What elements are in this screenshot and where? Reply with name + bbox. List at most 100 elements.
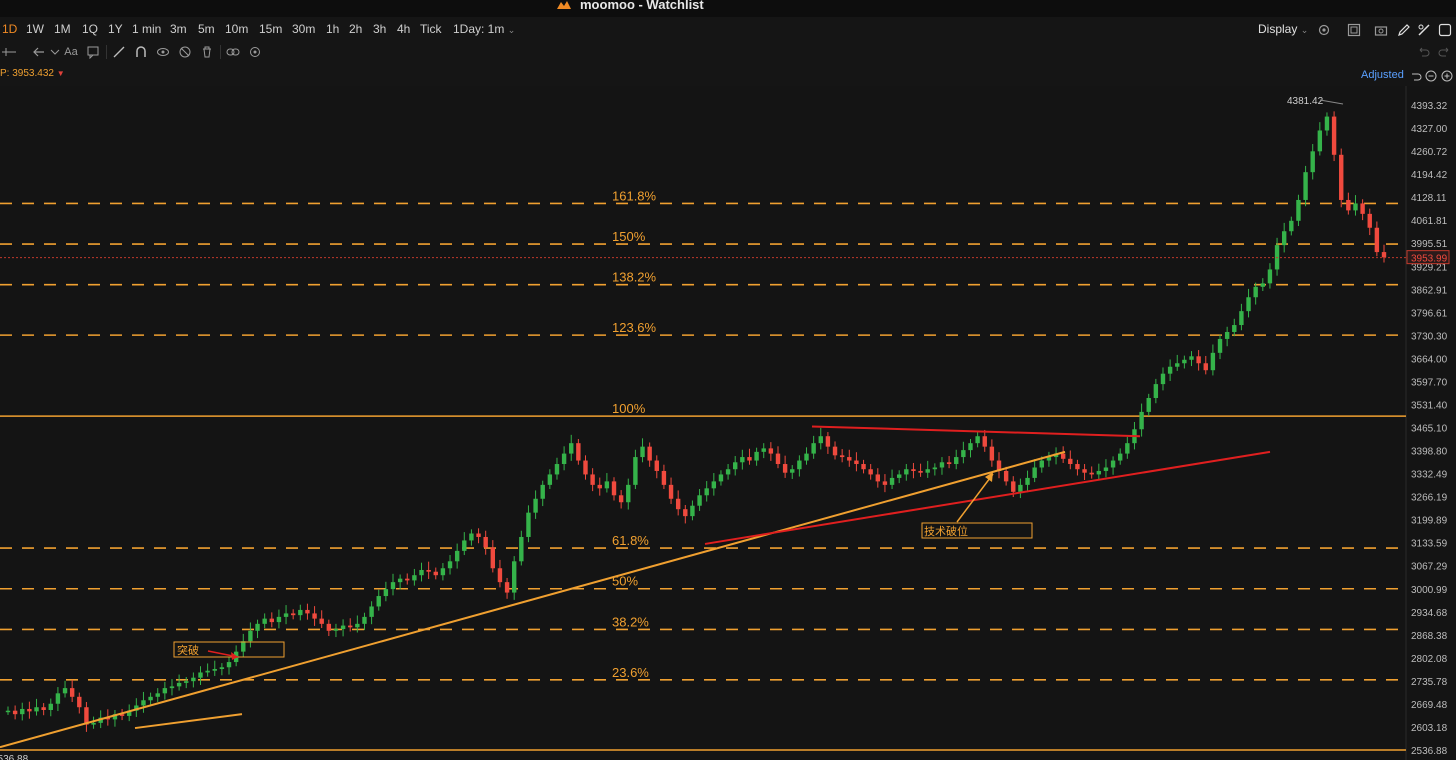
candle-body bbox=[1296, 199, 1301, 221]
toolbar-divider bbox=[106, 45, 107, 59]
chevron-down-icon: ⌄ bbox=[507, 25, 516, 35]
trash-icon[interactable] bbox=[200, 45, 214, 59]
candle-body bbox=[797, 460, 802, 470]
y-tick-label: 3995.51 bbox=[1411, 239, 1448, 250]
gear-icon[interactable] bbox=[248, 45, 262, 59]
tab-2h[interactable]: 2h bbox=[349, 22, 362, 36]
display-button[interactable]: Display ⌄ bbox=[1258, 22, 1308, 36]
candle-body bbox=[868, 469, 873, 475]
crosshair-icon[interactable] bbox=[2, 45, 16, 59]
candle-body bbox=[982, 436, 987, 447]
candle-body bbox=[775, 453, 781, 465]
pencil-icon[interactable] bbox=[1397, 23, 1411, 37]
tab-1m[interactable]: 1M bbox=[54, 22, 71, 36]
candle-body bbox=[1353, 203, 1358, 211]
y-tick-label: 4327.00 bbox=[1411, 124, 1448, 135]
candle-body bbox=[904, 469, 909, 475]
candle-body bbox=[1367, 213, 1372, 228]
comment-icon[interactable] bbox=[86, 45, 100, 59]
candle-body bbox=[262, 618, 267, 624]
tab-5m[interactable]: 5m bbox=[198, 22, 215, 36]
y-tick-label: 3000.99 bbox=[1411, 585, 1448, 596]
tab-30m[interactable]: 30m bbox=[292, 22, 315, 36]
tab-1q[interactable]: 1Q bbox=[82, 22, 98, 36]
settings-icon[interactable] bbox=[1317, 23, 1331, 37]
candle-body bbox=[469, 533, 474, 541]
undo-icon[interactable] bbox=[1408, 69, 1422, 83]
candle-body bbox=[1260, 283, 1265, 287]
layout-icon[interactable] bbox=[1347, 23, 1361, 37]
tab-10m[interactable]: 10m bbox=[225, 22, 248, 36]
tab-1y[interactable]: 1Y bbox=[108, 22, 123, 36]
candle-body bbox=[1011, 481, 1016, 492]
candle-body bbox=[462, 540, 467, 551]
candle-body bbox=[740, 457, 745, 463]
link-icon[interactable] bbox=[226, 45, 240, 59]
candle-body bbox=[276, 616, 282, 623]
candle-body bbox=[1175, 363, 1180, 367]
y-tick-label: 4128.11 bbox=[1411, 193, 1447, 204]
candle-body bbox=[390, 582, 396, 590]
candle-body bbox=[1289, 220, 1294, 232]
y-tick-label: 3266.19 bbox=[1411, 493, 1448, 504]
candle-body bbox=[1139, 411, 1144, 430]
candle-body bbox=[1331, 116, 1337, 155]
line-tool-icon[interactable] bbox=[112, 45, 126, 59]
adjusted-toggle[interactable]: Adjusted bbox=[1361, 69, 1406, 81]
y-tick-label: 3796.61 bbox=[1411, 308, 1448, 319]
drawing-toolbar bbox=[0, 42, 1456, 65]
edit-icon[interactable] bbox=[1417, 23, 1431, 37]
tab-4h[interactable]: 4h bbox=[397, 22, 410, 36]
tab-1d[interactable]: 1D bbox=[2, 22, 17, 36]
eye-icon[interactable] bbox=[156, 45, 170, 59]
tab-1h[interactable]: 1h bbox=[326, 22, 339, 36]
candle-body bbox=[704, 488, 709, 496]
display-label: Display bbox=[1258, 22, 1298, 36]
candle-body bbox=[761, 448, 766, 452]
candle-body bbox=[1160, 373, 1166, 385]
y-tick-label: 3465.10 bbox=[1411, 424, 1448, 435]
session-selector[interactable]: 1Day: 1m ⌄ bbox=[453, 22, 515, 36]
candle-body bbox=[832, 446, 838, 456]
candle-body bbox=[932, 467, 938, 470]
y-tick-label: 2669.48 bbox=[1411, 700, 1448, 711]
tab-15m[interactable]: 15m bbox=[259, 22, 282, 36]
fullscreen-icon[interactable] bbox=[1438, 23, 1452, 37]
candle-body bbox=[1317, 130, 1323, 152]
magnet-icon[interactable] bbox=[134, 45, 148, 59]
zoom-out-icon[interactable] bbox=[1424, 69, 1438, 83]
candle-body bbox=[290, 613, 296, 616]
tab-tick[interactable]: Tick bbox=[420, 22, 442, 36]
arrow-left-icon[interactable] bbox=[32, 45, 46, 59]
candle-body bbox=[326, 623, 332, 631]
candle-body bbox=[1374, 227, 1380, 253]
camera-icon[interactable] bbox=[1374, 23, 1388, 37]
hide-icon[interactable] bbox=[178, 45, 192, 59]
candle-body bbox=[12, 710, 18, 715]
tab-1w[interactable]: 1W bbox=[26, 22, 44, 36]
candle-body bbox=[768, 448, 774, 454]
text-tool-icon[interactable]: Aa bbox=[64, 45, 78, 59]
tab-3h[interactable]: 3h bbox=[373, 22, 386, 36]
candle-body bbox=[5, 710, 11, 713]
candle-body bbox=[176, 682, 182, 687]
chevron-down-icon[interactable] bbox=[48, 45, 62, 59]
candle-body bbox=[283, 613, 289, 617]
tab-1-min[interactable]: 1 min bbox=[132, 22, 161, 36]
tab-3m[interactable]: 3m bbox=[170, 22, 187, 36]
y-tick-label: 2536.88 bbox=[1411, 746, 1448, 757]
candle-body bbox=[162, 688, 168, 694]
redo-icon[interactable] bbox=[1438, 45, 1452, 59]
candle-body bbox=[925, 469, 930, 473]
y-tick-label: 2868.38 bbox=[1411, 631, 1448, 642]
zoom-in-icon[interactable] bbox=[1440, 69, 1454, 83]
undo-icon[interactable] bbox=[1416, 45, 1430, 59]
candle-body bbox=[426, 569, 431, 572]
candle-body bbox=[733, 462, 738, 470]
candle-body bbox=[433, 571, 438, 576]
triangle-down-icon: ▼ bbox=[56, 69, 65, 78]
candlestick-chart[interactable]: 4393.32 4327.00 4260.72 4194.42 4128.11 4061.… bbox=[0, 86, 1456, 760]
fib-label: 123.6% bbox=[612, 320, 657, 335]
support-line bbox=[704, 450, 1271, 545]
y-tick-label: 3398.80 bbox=[1411, 447, 1448, 458]
